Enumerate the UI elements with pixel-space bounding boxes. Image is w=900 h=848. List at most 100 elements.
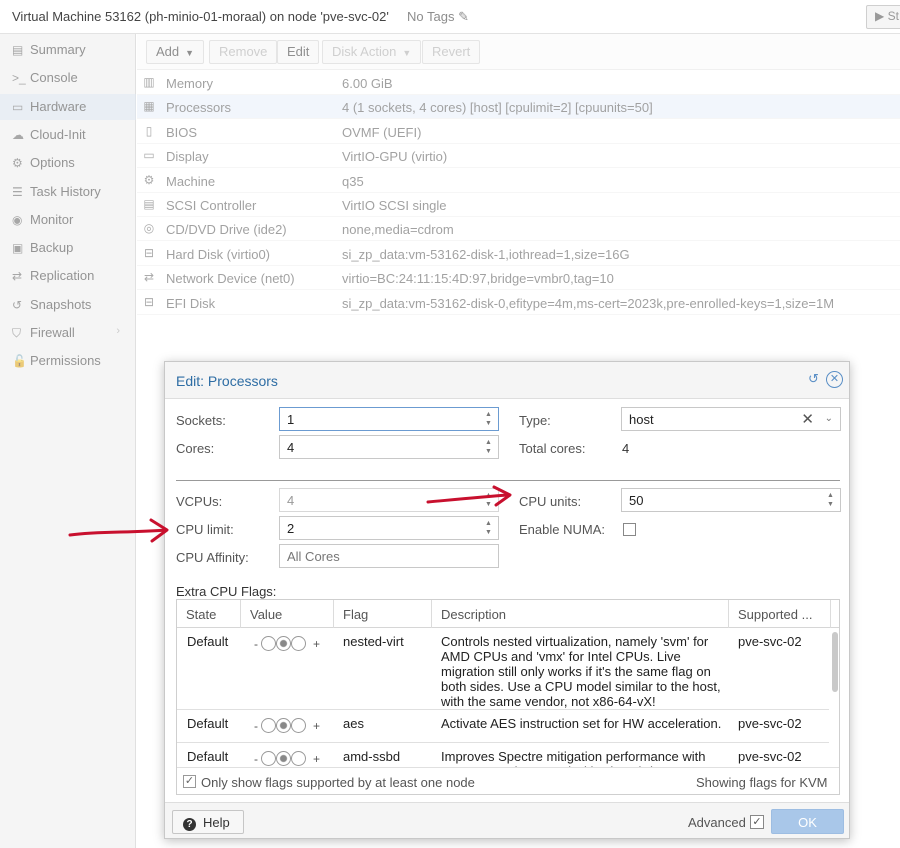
hardware-row[interactable]: ⊟ EFI Disk si_zp_data:vm-53162-disk-0,efit… — [137, 291, 900, 315]
radio-off[interactable] — [261, 751, 276, 766]
chevron-down-icon[interactable]: ⌄ — [825, 413, 833, 424]
edit-button[interactable]: Edit — [277, 40, 320, 64]
sidebar-item-label: Backup — [30, 240, 74, 256]
flag-description: Activate AES instruction set for HW acce… — [441, 716, 722, 731]
hardware-key: EFI Disk — [166, 295, 216, 311]
sidebar-item-snapshots[interactable]: ↺ Snapshots — [0, 292, 136, 318]
col-flag-header[interactable]: Flag — [334, 600, 432, 628]
sidebar-item-label: Monitor — [30, 211, 74, 227]
sidebar-item-firewall[interactable]: ⛉ Firewall › — [0, 320, 136, 346]
sidebar-item-backup[interactable]: ▣ Backup — [0, 235, 136, 261]
add-button[interactable]: Add ▼ — [146, 40, 205, 64]
hardware-row[interactable]: ▤ SCSI Controller VirtIO SCSI single — [137, 193, 900, 217]
hardware-row[interactable]: ▯ BIOS OVMF (UEFI) — [137, 120, 900, 144]
close-icon[interactable]: ✕ — [826, 371, 843, 388]
sidebar-item-task-history[interactable]: ☰ Task History — [0, 179, 136, 205]
cpu-affinity-label: CPU Affinity: — [176, 550, 249, 565]
hardware-row[interactable]: ⚙ Machine q35 — [137, 169, 900, 193]
spinner-icon[interactable]: ▲ ▼ — [484, 410, 493, 428]
flag-tristate-toggle[interactable]: - + — [254, 751, 324, 767]
flag-tristate-toggle[interactable]: - + — [254, 636, 324, 652]
vcpus-field[interactable]: 4 ▲ ▼ — [279, 488, 499, 512]
sidebar-item-label: Summary — [30, 42, 86, 57]
grid-header: State Value Flag Description Supported .… — [177, 600, 839, 628]
flag-state: Default — [187, 716, 229, 731]
help-button[interactable]: ? Help — [172, 810, 244, 834]
cogs-icon: ⚙ — [143, 172, 155, 187]
dialog-header: Edit: Processors ↺ ✕ — [165, 362, 849, 399]
flag-row[interactable]: Default - + aes Activate AES instruction set… — [177, 710, 829, 743]
hardware-row[interactable]: ▭ Display VirtIO-GPU (virtio) — [137, 144, 900, 169]
enable-numa-label: Enable NUMA: — [519, 522, 605, 537]
cpu-limit-field[interactable]: 2 ▲ ▼ — [279, 516, 499, 540]
hardware-row[interactable]: ◎ CD/DVD Drive (ide2) none,media=cdrom — [137, 217, 900, 242]
cpu-affinity-field[interactable]: All Cores — [279, 544, 499, 568]
sidebar-item-summary[interactable]: ▤ Summary — [0, 37, 136, 63]
hardware-value: virtio=BC:24:11:15:4D:97,bridge=vmbr0,ta… — [342, 271, 614, 287]
flag-description: Controls nested virtualization, namely '… — [441, 634, 721, 709]
hardware-row[interactable]: ⇄ Network Device (net0) virtio=BC:24:11:15… — [137, 266, 900, 291]
col-supported-header[interactable]: Supported ... — [729, 600, 831, 628]
radio-on[interactable] — [291, 751, 306, 766]
disk-action-button[interactable]: Disk Action ▼ — [322, 40, 422, 64]
spinner-icon[interactable]: ▲ ▼ — [484, 519, 493, 537]
sidebar-item-options[interactable]: ⚙ Options — [0, 150, 136, 176]
col-value-header[interactable]: Value — [241, 600, 334, 628]
sockets-field[interactable]: 1 ▲ ▼ — [279, 407, 499, 431]
hardware-value: OVMF (UEFI) — [342, 124, 422, 140]
hardware-row[interactable]: ⊟ Hard Disk (virtio0) si_zp_data:vm-53162-… — [137, 242, 900, 266]
radio-off[interactable] — [261, 718, 276, 733]
vcpus-label: VCPUs: — [176, 494, 223, 509]
cpu-units-label: CPU units: — [519, 494, 582, 509]
sidebar-item-monitor[interactable]: ◉ Monitor — [0, 207, 136, 233]
enable-numa-checkbox[interactable] — [623, 523, 636, 536]
hardware-row[interactable]: ▥ Memory 6.00 GiB — [137, 71, 900, 95]
scroll-thumb[interactable] — [832, 632, 838, 692]
dialog-title: Edit: Processors — [176, 373, 278, 389]
radio-default[interactable] — [276, 718, 291, 733]
ok-button[interactable]: OK — [771, 809, 844, 834]
spinner-icon[interactable]: ▲ ▼ — [826, 491, 835, 509]
flag-tristate-toggle[interactable]: - + — [254, 718, 324, 734]
only-supported-checkbox[interactable]: ✓ — [183, 775, 196, 788]
advanced-label: Advanced — [688, 815, 746, 830]
remove-button[interactable]: Remove — [209, 40, 278, 64]
col-description-header[interactable]: Description — [432, 600, 729, 628]
sidebar-item-hardware[interactable]: ▭ Hardware — [0, 93, 136, 120]
hardware-value: VirtIO-GPU (virtio) — [342, 149, 448, 165]
radio-on[interactable] — [291, 636, 306, 651]
cores-field[interactable]: 4 ▲ ▼ — [279, 435, 499, 459]
sidebar-item-console[interactable]: >_ Console — [0, 65, 136, 91]
revert-button[interactable]: Revert — [422, 40, 481, 64]
sidebar-item-label: Console — [30, 70, 78, 86]
reset-icon[interactable]: ↺ — [805, 371, 822, 388]
spinner-icon[interactable]: ▲ ▼ — [484, 491, 493, 509]
dialog-footer: ? Help Advanced ✓ OK — [165, 802, 849, 838]
no-tags-label: No Tags — [407, 9, 455, 24]
flag-name: aes — [343, 716, 364, 731]
sidebar-item-permissions[interactable]: 🔓 Permissions — [0, 348, 136, 374]
hardware-key: CD/DVD Drive (ide2) — [166, 222, 287, 238]
hardware-row[interactable]: ▦ Processors 4 (1 sockets, 4 cores) [host]… — [137, 95, 900, 120]
spinner-icon[interactable]: ▲ ▼ — [484, 438, 493, 456]
sidebar-item-label: Options — [30, 155, 75, 171]
start-button[interactable]: ▶ St — [866, 5, 900, 29]
radio-default[interactable] — [276, 751, 291, 766]
sidebar-item-label: Task History — [30, 183, 101, 199]
radio-off[interactable] — [261, 636, 276, 651]
sidebar-item-cloud-init[interactable]: ☁ Cloud-Init — [0, 122, 136, 148]
flag-row[interactable]: Default - + nested-virt Controls nested virt… — [177, 628, 829, 710]
radio-on[interactable] — [291, 718, 306, 733]
radio-default[interactable] — [276, 636, 291, 651]
add-button-label: Add — [156, 44, 180, 59]
clear-icon[interactable]: ✕ — [801, 410, 814, 428]
advanced-checkbox[interactable]: ✓ — [750, 815, 764, 829]
sidebar-item-replication[interactable]: ⇄ Replication — [0, 263, 136, 289]
cpu-type-combobox[interactable]: host ✕ ⌄ — [621, 407, 841, 431]
chevron-right-icon[interactable]: › — [116, 325, 120, 337]
hardware-key: Memory — [166, 76, 213, 91]
total-cores-value: 4 — [622, 441, 630, 456]
tags-edit[interactable]: No Tags ✎ — [407, 9, 469, 25]
cpu-units-field[interactable]: 50 ▲ ▼ — [621, 488, 841, 512]
col-state-header[interactable]: State — [177, 600, 241, 628]
